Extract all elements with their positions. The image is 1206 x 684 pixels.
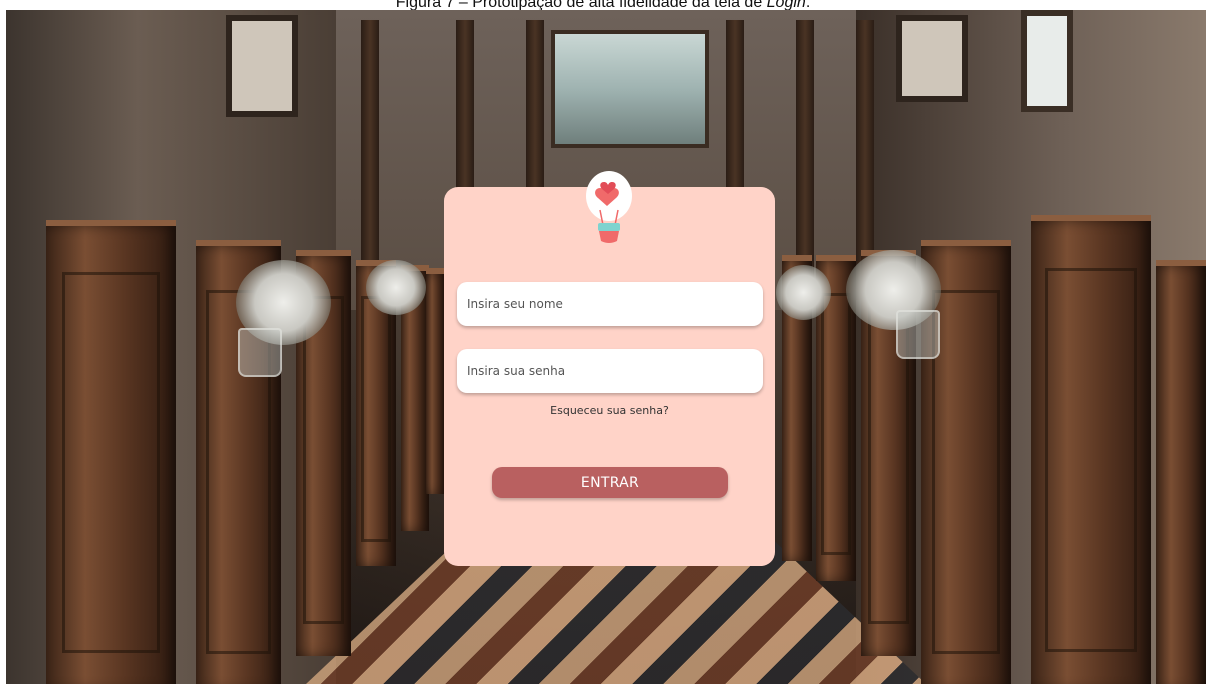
name-input[interactable]: Insira seu nome (457, 282, 763, 326)
pew-end (46, 220, 176, 684)
pew-end (1031, 215, 1151, 684)
enter-button[interactable]: ENTRAR (492, 467, 728, 498)
screen-pillar (361, 20, 379, 300)
heart-balloon-icon (584, 170, 634, 248)
pew-end (426, 268, 446, 494)
flower-arrangement (776, 265, 831, 320)
flower-jar (238, 328, 282, 377)
wall-window (1021, 10, 1073, 112)
pew-end (1156, 260, 1206, 684)
stained-glass-window (551, 30, 709, 148)
flower-jar (896, 310, 940, 359)
flower-arrangement (366, 260, 426, 315)
forgot-password-link[interactable]: Esqueceu sua senha? (444, 404, 775, 417)
wall-plaque (226, 15, 298, 117)
wall-plaque (896, 15, 968, 102)
password-input[interactable]: Insira sua senha (457, 349, 763, 393)
